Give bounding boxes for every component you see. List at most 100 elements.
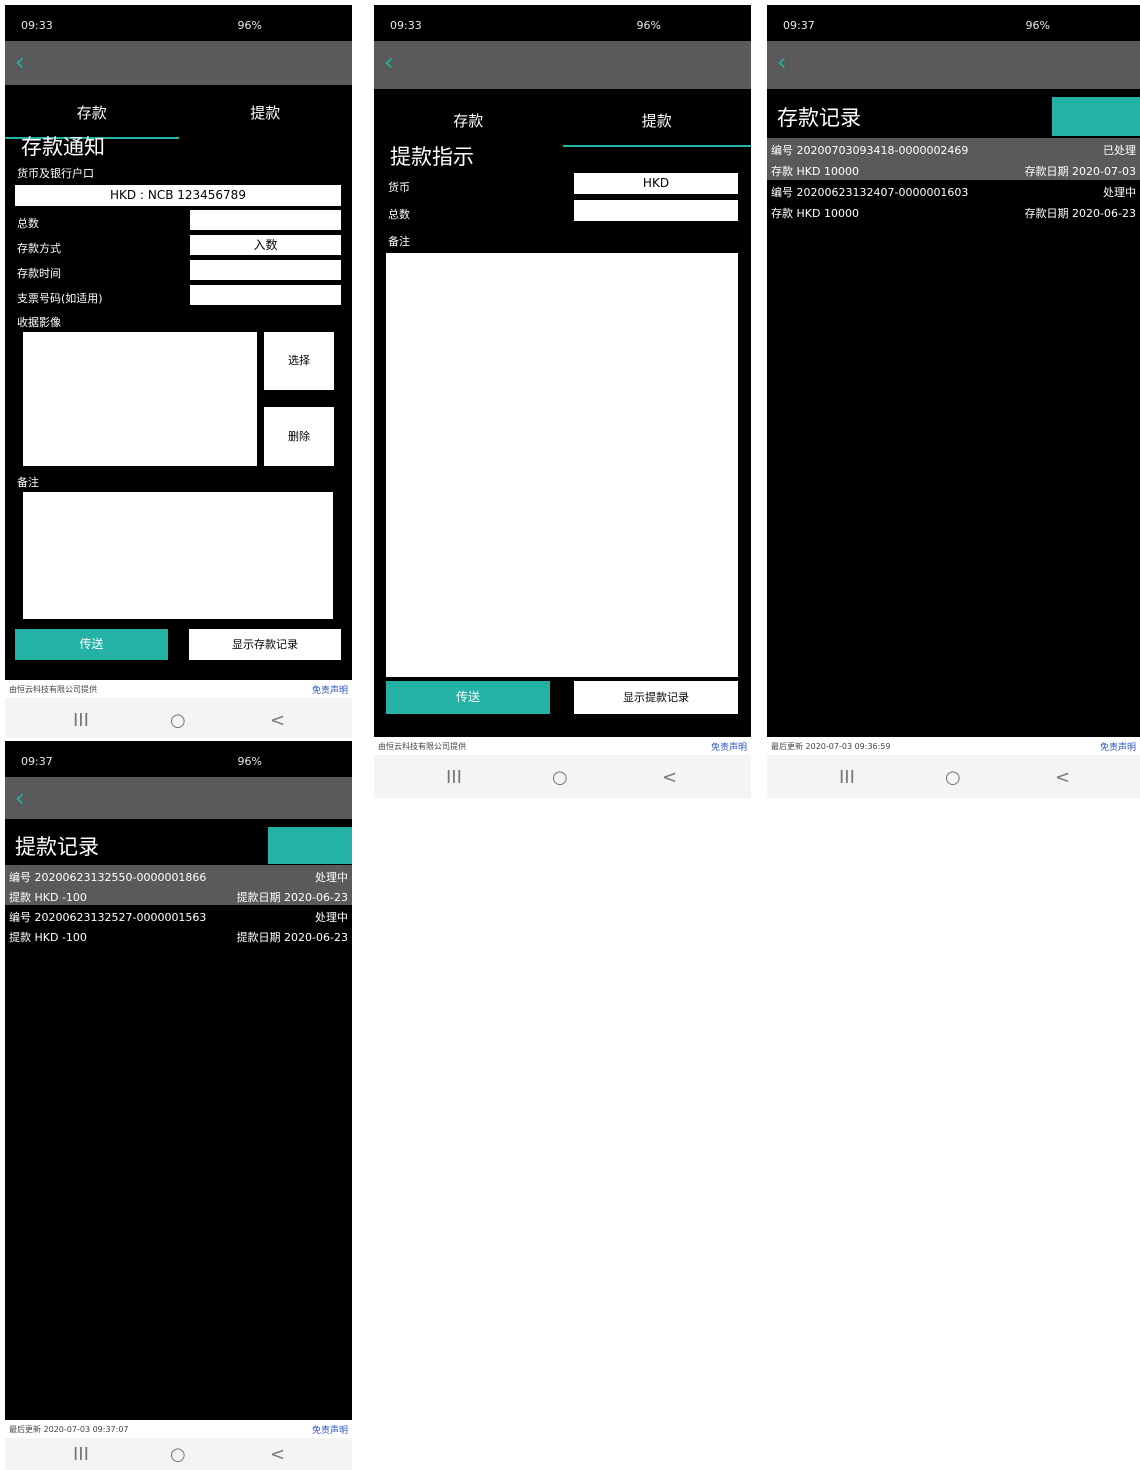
send-button[interactable]: 传送 xyxy=(15,629,168,660)
method-select[interactable]: 入数 xyxy=(190,235,341,255)
provider-text: 由恒云科技有限公司提供 xyxy=(378,742,466,751)
home-icon[interactable]: ○ xyxy=(552,767,568,788)
battery-indicator: 96% xyxy=(1025,19,1050,32)
app-bar: ‹ xyxy=(5,41,352,85)
record-status: 已处理 xyxy=(1103,144,1136,157)
cheque-input[interactable] xyxy=(190,285,341,305)
app-bar: ‹ xyxy=(767,41,1140,89)
back-icon[interactable]: < xyxy=(1055,767,1070,788)
recent-apps-icon[interactable]: III xyxy=(839,767,855,788)
back-icon[interactable]: < xyxy=(270,1444,285,1465)
status-bar: 09:33 96% xyxy=(374,5,751,41)
home-icon[interactable]: ○ xyxy=(945,767,961,788)
back-arrow-icon[interactable]: ‹ xyxy=(15,783,25,813)
record-amount: 提款 HKD -100 xyxy=(9,891,87,904)
record-date: 存款日期 2020-06-23 xyxy=(1024,207,1136,220)
disclaimer-link[interactable]: 免责声明 xyxy=(312,683,348,696)
footer: 由恒云科技有限公司提供 免责声明 xyxy=(374,737,751,755)
receipt-label: 收据影像 xyxy=(17,316,61,329)
page-title: 提款指示 xyxy=(390,145,474,169)
account-select[interactable]: HKD : NCB 123456789 xyxy=(15,185,341,206)
tab-withdraw[interactable]: 提款 xyxy=(562,101,751,147)
amount-input[interactable] xyxy=(190,210,341,230)
status-bar: 09:37 96% xyxy=(767,5,1140,41)
last-updated-text: 最后更新 2020-07-03 09:36:59 xyxy=(771,742,891,751)
record-date: 提款日期 2020-06-23 xyxy=(236,891,348,904)
footer: 最后更新 2020-07-03 09:37:07 免责声明 xyxy=(5,1420,352,1438)
home-icon[interactable]: ○ xyxy=(170,1444,186,1465)
battery-indicator: 96% xyxy=(237,755,262,768)
record-id: 编号 20200623132550-0000001866 xyxy=(9,871,207,884)
record-detail-row[interactable]: 提款 HKD -100 提款日期 2020-06-23 xyxy=(5,925,352,945)
record-status: 处理中 xyxy=(315,871,348,884)
account-label: 货币及银行户口 xyxy=(17,167,94,180)
status-time: 09:33 xyxy=(390,19,422,32)
remarks-input[interactable] xyxy=(386,253,738,677)
home-icon[interactable]: ○ xyxy=(170,710,186,731)
status-bar: 09:33 96% xyxy=(5,5,352,41)
footer: 最后更新 2020-07-03 09:36:59 免责声明 xyxy=(767,737,1140,755)
record-detail-row[interactable]: 存款 HKD 10000 存款日期 2020-07-03 xyxy=(767,159,1140,180)
last-updated-text: 最后更新 2020-07-03 09:37:07 xyxy=(9,1425,129,1434)
system-nav-bar: III ○ < xyxy=(767,755,1140,798)
record-amount: 提款 HKD -100 xyxy=(9,931,87,944)
app-bar: ‹ xyxy=(5,777,352,819)
disclaimer-link[interactable]: 免责声明 xyxy=(711,740,747,753)
status-time: 09:37 xyxy=(21,755,53,768)
record-detail-row[interactable]: 提款 HKD -100 提款日期 2020-06-23 xyxy=(5,885,352,905)
record-amount: 存款 HKD 10000 xyxy=(771,165,859,178)
show-withdraw-records-button[interactable]: 显示提款记录 xyxy=(574,681,738,714)
status-time: 09:33 xyxy=(21,19,53,32)
send-button[interactable]: 传送 xyxy=(386,681,550,714)
record-id-row[interactable]: 编号 20200703093418-0000002469 已处理 xyxy=(767,138,1140,159)
footer: 由恒云科技有限公司提供 免责声明 xyxy=(5,680,352,698)
record-id: 编号 20200623132527-0000001563 xyxy=(9,911,207,924)
record-date: 存款日期 2020-07-03 xyxy=(1024,165,1136,178)
record-id-row[interactable]: 编号 20200623132550-0000001866 处理中 xyxy=(5,865,352,885)
record-detail-row[interactable]: 存款 HKD 10000 存款日期 2020-06-23 xyxy=(767,201,1140,222)
amount-input[interactable] xyxy=(574,200,738,221)
record-id-row[interactable]: 编号 20200623132407-0000001603 处理中 xyxy=(767,180,1140,201)
record-id: 编号 20200703093418-0000002469 xyxy=(771,144,969,157)
record-amount: 存款 HKD 10000 xyxy=(771,207,859,220)
remarks-input[interactable] xyxy=(23,492,333,619)
status-bar: 09:37 96% xyxy=(5,741,352,777)
battery-indicator: 96% xyxy=(237,19,262,32)
disclaimer-link[interactable]: 免责声明 xyxy=(1100,740,1136,753)
recent-apps-icon[interactable]: III xyxy=(73,1444,89,1465)
recent-apps-icon[interactable]: III xyxy=(73,710,89,731)
show-deposit-records-button[interactable]: 显示存款记录 xyxy=(189,629,341,660)
page-title: 存款通知 xyxy=(21,135,105,159)
cheque-label: 支票号码(如适用) xyxy=(17,292,103,305)
battery-indicator: 96% xyxy=(636,19,661,32)
record-status: 处理中 xyxy=(315,911,348,924)
time-input[interactable] xyxy=(190,260,341,280)
back-arrow-icon[interactable]: ‹ xyxy=(15,47,25,77)
disclaimer-link[interactable]: 免责声明 xyxy=(312,1423,348,1436)
system-nav-bar: III ○ < xyxy=(5,698,352,738)
delete-button[interactable]: 删除 xyxy=(264,407,334,466)
refresh-button[interactable] xyxy=(1052,97,1140,136)
refresh-button[interactable] xyxy=(268,827,352,864)
record-id-row[interactable]: 编号 20200623132527-0000001563 处理中 xyxy=(5,905,352,925)
back-arrow-icon[interactable]: ‹ xyxy=(777,47,787,77)
app-bar: ‹ xyxy=(374,41,751,89)
deposit-records-screen: 09:37 96% ‹ 存款记录 编号 20200703093418-00000… xyxy=(767,5,1140,798)
tab-deposit[interactable]: 存款 xyxy=(374,101,563,145)
recent-apps-icon[interactable]: III xyxy=(446,767,462,788)
tab-withdraw[interactable]: 提款 xyxy=(179,93,353,137)
back-arrow-icon[interactable]: ‹ xyxy=(384,47,394,77)
receipt-image-area xyxy=(23,332,257,466)
record-date: 提款日期 2020-06-23 xyxy=(236,931,348,944)
back-icon[interactable]: < xyxy=(270,710,285,731)
page-title: 存款记录 xyxy=(777,106,861,130)
system-nav-bar: III ○ < xyxy=(5,1438,352,1470)
back-icon[interactable]: < xyxy=(662,767,677,788)
currency-label: 货币 xyxy=(388,181,410,194)
remarks-label: 备注 xyxy=(388,235,410,248)
currency-select[interactable]: HKD xyxy=(574,173,738,194)
record-status: 处理中 xyxy=(1103,186,1136,199)
provider-text: 由恒云科技有限公司提供 xyxy=(9,685,97,694)
page-title: 提款记录 xyxy=(15,835,99,859)
select-button[interactable]: 选择 xyxy=(264,332,334,390)
